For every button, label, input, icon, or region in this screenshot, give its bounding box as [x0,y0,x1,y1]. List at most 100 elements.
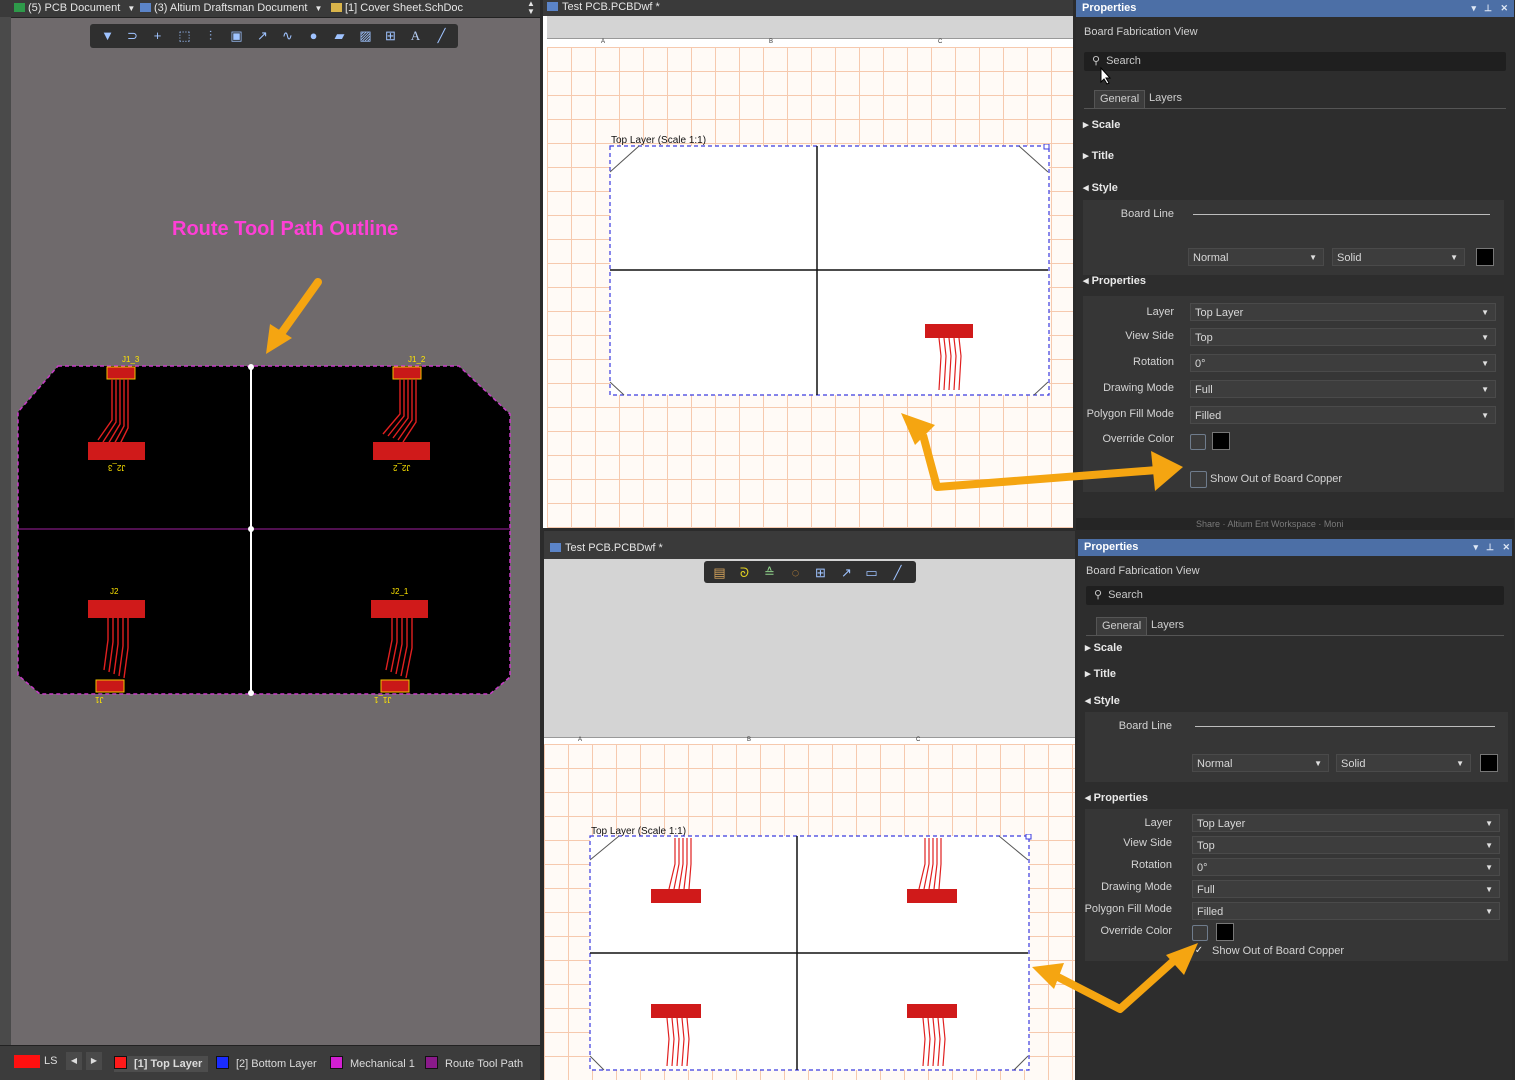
place-line-icon[interactable]: ╱ [434,28,449,43]
place-cross-icon[interactable]: + [150,28,165,43]
polygon-fill-mode-label: Polygon Fill Mode [1086,408,1174,420]
scroll-right-icon[interactable]: ▶ [86,1052,102,1070]
interactive-route-icon[interactable]: ⊃ [125,28,140,43]
polygon-fill-mode-select[interactable]: Filled ▼ [1190,406,1496,424]
bom-table-icon[interactable]: ▭ [864,565,879,580]
layer-select[interactable]: Top Layer ▼ [1192,814,1500,832]
place-text-icon[interactable]: A [408,28,423,43]
line-weight-select[interactable]: Normal ▼ [1192,754,1329,772]
line-style-select[interactable]: Solid ▼ [1336,754,1471,772]
properties-title-bar: Properties ▾ ⊥ ✕ [1078,539,1512,556]
rotation-select[interactable]: 0° ▼ [1192,858,1500,876]
style-group: Board Line Normal ▼ Solid ▼ [1085,712,1508,782]
filter-icon[interactable]: ▼ [100,28,115,43]
close-icon[interactable]: ✕ [1502,539,1510,555]
align-icon[interactable]: ⫶ [203,28,218,43]
section-properties[interactable]: ◂ Properties [1083,274,1146,287]
chevron-down-icon[interactable]: ▼ [127,4,135,13]
region-icon[interactable]: ◌ [788,565,803,580]
section-style[interactable]: ◂ Style [1083,181,1118,194]
tab-general[interactable]: General [1096,617,1148,635]
tab-pcb-document[interactable]: (5) PCB Document ▼ [14,0,135,17]
layer-select[interactable]: Top Layer ▼ [1190,303,1496,321]
place-region-icon[interactable]: ▨ [358,28,373,43]
layer-set-button[interactable]: LS [44,1055,57,1067]
section-title[interactable]: ▸ Title [1083,149,1114,162]
scroll-left-icon[interactable]: ◀ [66,1052,82,1070]
line-style-select[interactable]: Solid ▼ [1332,248,1465,266]
panel-title: Properties [1082,2,1137,14]
line-color-swatch[interactable] [1476,248,1494,266]
polygon-fill-mode-select[interactable]: Filled ▼ [1192,902,1500,920]
section-scale[interactable]: ▸ Scale [1085,641,1122,654]
checkmark-icon: ✓ [1194,945,1204,956]
line-color-swatch[interactable] [1480,754,1498,772]
leader-icon[interactable]: ↗ [839,565,854,580]
chevron-down-icon: ▼ [1481,333,1489,342]
override-color-checkbox[interactable] [1190,434,1206,450]
search-icon: ⚲ [1092,55,1101,67]
place-dimension-icon[interactable]: ⊞ [383,28,398,43]
layer-tab-route-tool-path[interactable]: Route Tool Path [425,1056,523,1072]
section-style[interactable]: ◂ Style [1085,694,1120,707]
place-component-icon[interactable]: ▣ [229,28,244,43]
dimension-icon[interactable]: ⊞ [813,565,828,580]
pin-icon[interactable]: ⊥ [1486,539,1494,555]
close-icon[interactable]: ✕ [1500,0,1508,16]
chevron-down-icon: ▼ [1314,759,1322,768]
document-tab-bar: (5) PCB Document ▼ (3) Altium Draftsman … [0,0,540,18]
place-fill-icon[interactable]: ▰ [332,28,347,43]
select-rectangle-icon[interactable]: ⬚ [177,28,192,43]
active-bar-toolbar: ▼ ⊃ + ⬚ ⫶ ▣ ↗ ∿ ● ▰ ▨ ⊞ A ╱ [90,24,458,48]
callout-arrow-route-outline [266,278,322,354]
tab-general[interactable]: General [1094,90,1146,108]
override-color-swatch[interactable] [1216,923,1234,941]
view-side-select[interactable]: Top ▼ [1190,328,1496,346]
section-title[interactable]: ▸ Title [1085,667,1116,680]
search-input[interactable]: ⚲ Search [1086,586,1504,605]
search-input[interactable]: ⚲ Search [1084,52,1506,71]
drawing-mode-select[interactable]: Full ▼ [1190,380,1496,398]
draftsman-view-bottom: Test PCB.PCBDwf * ▤ ᘐ ≙ ◌ ⊞ ↗ ▭ ╱ A B C … [541,531,1075,1080]
document-tab[interactable]: Test PCB.PCBDwf * [543,0,1073,16]
layer-tab-top-layer[interactable]: [1] Top Layer [114,1056,209,1072]
show-out-of-board-copper-checkbox[interactable] [1190,471,1207,488]
show-out-of-board-copper-checkbox[interactable]: ✓ [1192,944,1206,958]
board-fabrication-view[interactable] [589,834,1034,1074]
section-properties[interactable]: ◂ Properties [1085,791,1148,804]
polygon-fill-mode-label: Polygon Fill Mode [1084,903,1172,915]
tune-length-icon[interactable]: ∿ [280,28,295,43]
layer-stack-icon[interactable]: ≙ [762,565,777,580]
place-board-view-icon[interactable]: ▤ [712,565,727,580]
view-side-select[interactable]: Top ▼ [1192,836,1500,854]
section-scale[interactable]: ▸ Scale [1083,118,1120,131]
zone-letter: B [769,39,774,45]
drawing-mode-select[interactable]: Full ▼ [1192,880,1500,898]
board-fabrication-view[interactable] [609,144,1051,400]
zone-letter: B [747,737,752,743]
sheet-top-margin [547,16,1073,38]
rotation-select[interactable]: 0° ▼ [1190,354,1496,372]
tab-layers[interactable]: Layers [1146,617,1189,634]
place-drill-table-icon[interactable]: ᘐ [737,565,752,580]
route-icon[interactable]: ↗ [255,28,270,43]
layer-tab-mechanical-1[interactable]: Mechanical 1 [330,1056,415,1072]
line-weight-select[interactable]: Normal ▼ [1188,248,1324,266]
panel-menu-icon[interactable]: ▾ [1473,539,1478,555]
override-color-swatch[interactable] [1212,432,1230,450]
override-color-checkbox[interactable] [1192,925,1208,941]
panel-menu-icon[interactable]: ▾ [1471,0,1476,16]
tab-layers[interactable]: Layers [1144,90,1187,107]
tab-scroll-arrows[interactable]: ▲ ▼ [527,0,535,17]
place-via-icon[interactable]: ● [306,28,321,43]
pin-icon[interactable]: ⊥ [1484,0,1492,16]
layer-tab-bottom-layer[interactable]: [2] Bottom Layer [216,1056,317,1072]
document-tab[interactable]: Test PCB.PCBDwf * [544,531,1075,559]
designator-label: J1_3 [122,355,140,364]
tab-draftsman-document[interactable]: (3) Altium Draftsman Document ▼ [140,0,322,17]
properties-group: Layer Top Layer ▼ View Side Top ▼ Rotation… [1085,809,1508,961]
chevron-down-icon: ▼ [1450,253,1458,262]
tab-cover-sheet[interactable]: [1] Cover Sheet.SchDoc [331,0,463,17]
chevron-down-icon[interactable]: ▼ [315,4,323,13]
line-icon[interactable]: ╱ [890,565,905,580]
